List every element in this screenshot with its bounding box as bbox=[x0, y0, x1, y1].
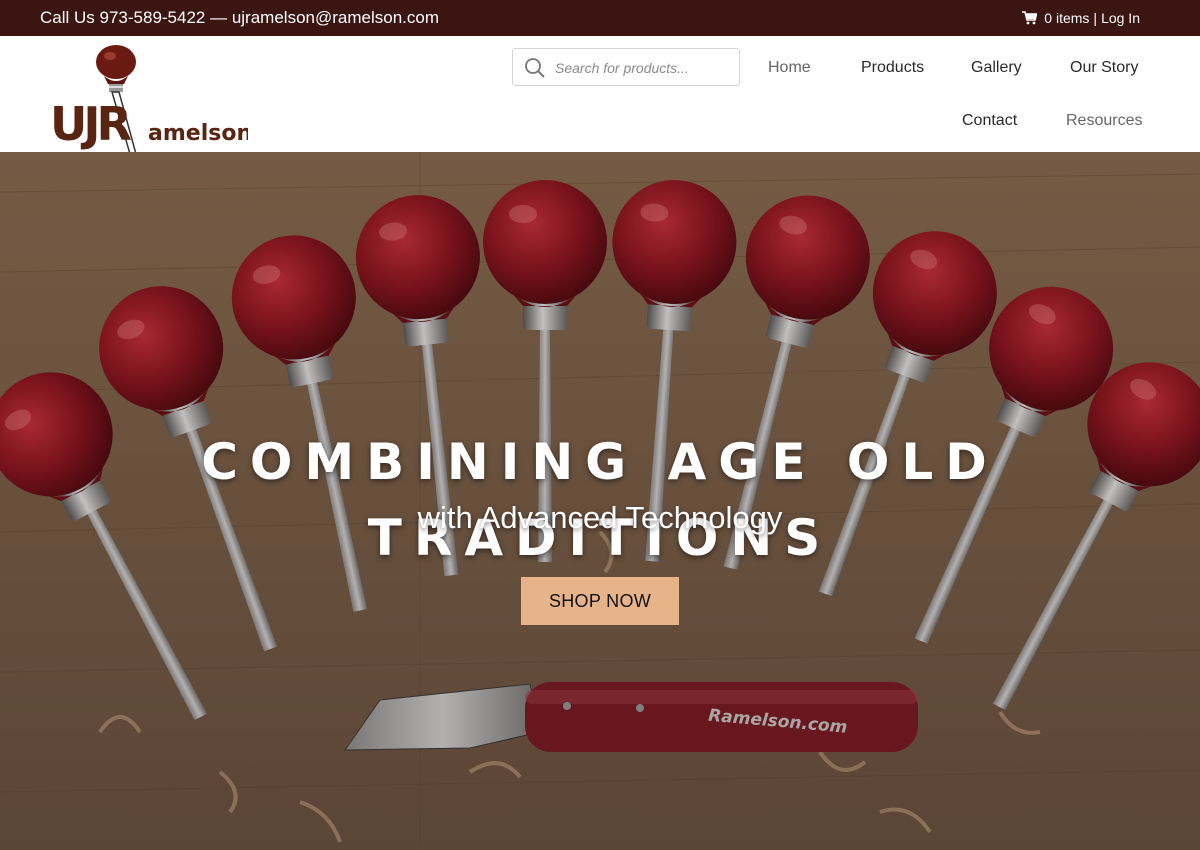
svg-text:amelson: amelson bbox=[148, 121, 248, 146]
cart-items-link[interactable]: 0 items bbox=[1044, 0, 1089, 36]
nav-our-story[interactable]: Our Story bbox=[1070, 59, 1138, 77]
site-logo[interactable]: UJR amelson bbox=[48, 42, 248, 152]
login-link[interactable]: Log In bbox=[1101, 0, 1140, 36]
nav-contact[interactable]: Contact bbox=[962, 112, 1017, 130]
nav-resources[interactable]: Resources bbox=[1066, 112, 1142, 130]
product-search bbox=[512, 48, 740, 87]
shop-now-button[interactable]: SHOP NOW bbox=[521, 577, 679, 625]
search-input[interactable] bbox=[553, 49, 737, 87]
nav-products[interactable]: Products bbox=[861, 59, 924, 77]
top-bar: Call Us 973-589-5422 — ujramelson@ramels… bbox=[0, 0, 1200, 36]
nav-gallery[interactable]: Gallery bbox=[971, 59, 1022, 77]
hero-banner: Ramelson.com COMBINING AGE OLD TRADITION… bbox=[0, 152, 1200, 850]
svg-text:UJR: UJR bbox=[50, 97, 131, 151]
nav-home[interactable]: Home bbox=[768, 59, 811, 77]
hero-subtitle: with Advanced Technology bbox=[417, 500, 783, 535]
search-icon[interactable] bbox=[524, 57, 546, 79]
site-header: UJR amelson Home Products Gallery Our St… bbox=[0, 36, 1200, 152]
separator: | bbox=[1093, 10, 1098, 26]
cart-icon[interactable] bbox=[1022, 11, 1038, 25]
contact-info: Call Us 973-589-5422 — ujramelson@ramels… bbox=[40, 8, 439, 27]
account-links: 0 items | Log In bbox=[1022, 0, 1140, 36]
